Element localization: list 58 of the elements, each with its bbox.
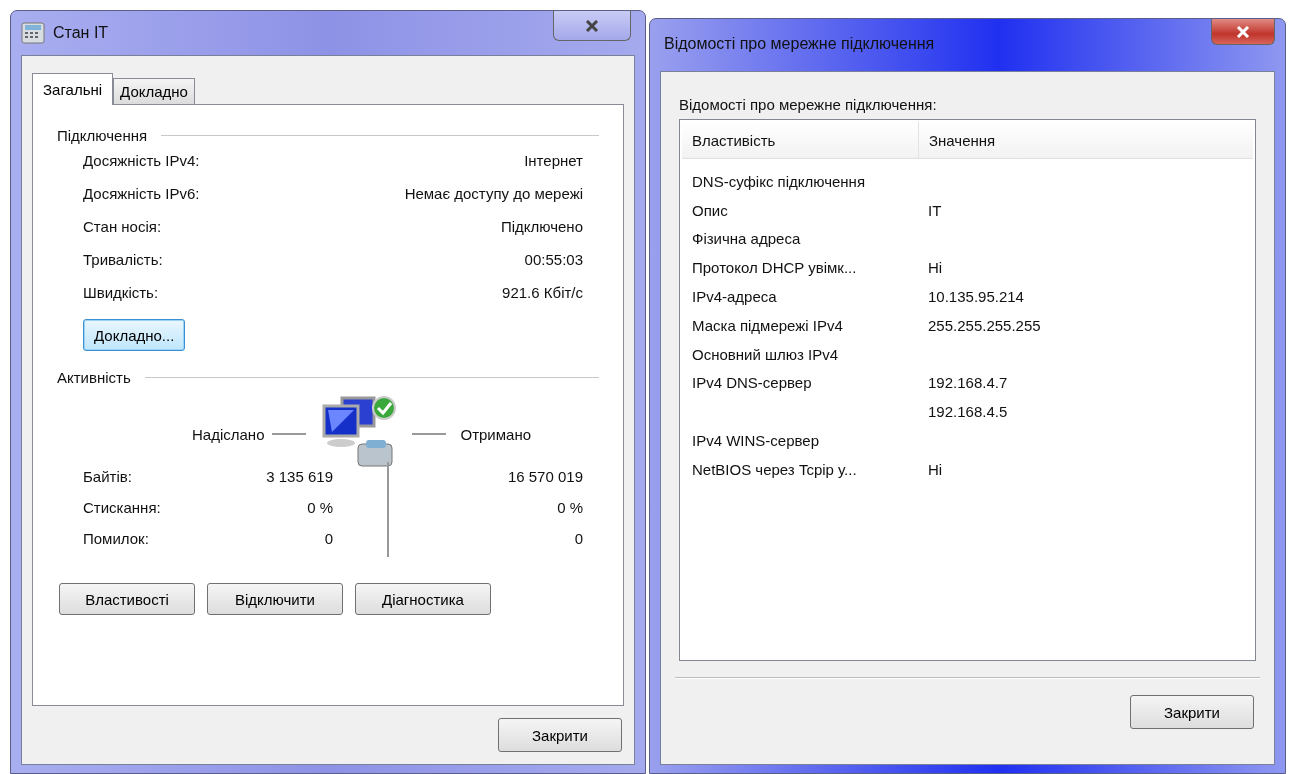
- property-cell: IPv4 DNS-сервер: [692, 374, 812, 392]
- field-value: Немає доступу до мережі: [404, 185, 583, 202]
- close-dialog-button[interactable]: Закрити: [1130, 695, 1254, 729]
- close-icon: [584, 19, 600, 32]
- field-label: Досяжність IPv4:: [83, 152, 200, 169]
- close-button[interactable]: [553, 11, 631, 41]
- dialog-button[interactable]: Діагностика: [355, 583, 491, 615]
- sent-value: 0: [323, 530, 333, 547]
- caption: Відомості про мережне підключення:: [679, 96, 938, 113]
- value-cell: 192.168.4.7: [928, 374, 1008, 392]
- dialog-button[interactable]: Відключити: [207, 583, 343, 615]
- field-label: Тривалість:: [83, 251, 163, 268]
- property-cell: IPv4-адреса: [692, 288, 777, 306]
- field-value: Інтернет: [524, 152, 583, 169]
- sent-label: Надіслано: [192, 425, 265, 443]
- value-cell: IT: [928, 201, 942, 219]
- stat-label: Стискання:: [83, 499, 162, 516]
- property-cell: DNS-суфікс підключення: [692, 172, 866, 190]
- close-button[interactable]: [1211, 19, 1275, 45]
- property-cell: Фізична адреса: [692, 230, 801, 248]
- details-button[interactable]: Докладно...: [83, 319, 186, 351]
- received-value: 0: [573, 530, 583, 547]
- tab[interactable]: Докладно: [113, 78, 195, 104]
- property-cell: Маска підмережі IPv4: [692, 316, 843, 334]
- property-cell: Протокол DHCP увімк...: [692, 259, 857, 277]
- property-cell: Опис: [692, 201, 728, 219]
- sent-value: 0 %: [306, 499, 333, 516]
- window-title: Відомості про мережне підключення: [663, 34, 936, 53]
- tab[interactable]: Загальні: [32, 73, 114, 105]
- section-heading: Активність: [57, 369, 131, 386]
- column-header[interactable]: Значення: [919, 122, 1253, 158]
- field-value: 00:55:03: [524, 251, 583, 268]
- received-label: Отримано: [460, 425, 532, 443]
- field-value: Підключено: [500, 218, 583, 235]
- sent-value: 3 135 619: [265, 468, 333, 485]
- stat-label: Помилок:: [83, 530, 150, 547]
- received-value: 16 570 019: [506, 468, 583, 485]
- dialog-button[interactable]: Властивості: [59, 583, 195, 615]
- value-cell: Ні: [928, 259, 943, 277]
- window-title: Стан IT: [53, 24, 110, 42]
- value-cell: 192.168.4.5: [928, 403, 1008, 421]
- received-value: 0 %: [556, 499, 583, 516]
- field-label: Стан носія:: [83, 218, 162, 235]
- close-dialog-button[interactable]: Закрити: [498, 718, 622, 752]
- field-label: Швидкість:: [83, 284, 159, 301]
- column-header[interactable]: Властивість: [682, 122, 919, 158]
- stat-label: Байтів:: [83, 468, 133, 485]
- field-value: 921.6 Кбіт/с: [502, 284, 583, 301]
- section-heading: Підключення: [57, 127, 148, 144]
- property-cell: Основний шлюз IPv4: [692, 345, 839, 363]
- property-cell: IPv4 WINS-сервер: [692, 432, 819, 450]
- field-label: Досяжність IPv6:: [83, 185, 200, 202]
- property-cell: NetBIOS через Tcpip у...: [692, 460, 857, 478]
- value-cell: 255.255.255.255: [928, 316, 1041, 334]
- value-cell: 10.135.95.214: [928, 288, 1024, 306]
- phone-icon: [21, 22, 45, 44]
- value-cell: Ні: [928, 460, 943, 478]
- close-icon: [1235, 25, 1251, 38]
